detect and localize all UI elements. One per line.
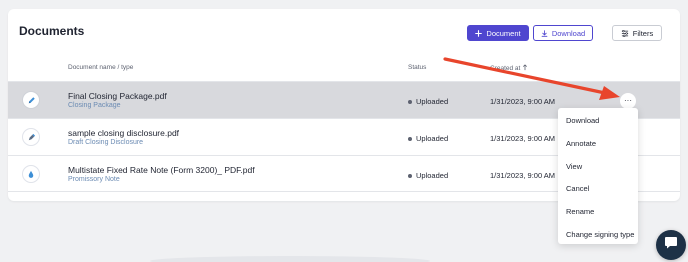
status-badge: Uploaded: [408, 97, 448, 106]
menu-item-rename[interactable]: Rename: [566, 207, 594, 216]
sort-ascending-icon: [522, 64, 528, 73]
column-header-created-label: Created at: [490, 65, 521, 72]
created-date: 1/31/2023, 9:00 AM: [490, 97, 556, 106]
column-header-created[interactable]: Created at: [490, 64, 528, 73]
document-type: Promissory Note: [68, 176, 120, 183]
status-dot: [408, 99, 412, 104]
download-icon: [541, 29, 548, 37]
document-type: Draft Closing Disclosure: [68, 139, 144, 146]
menu-item-annotate[interactable]: Annotate: [566, 139, 596, 148]
column-header-status[interactable]: Status: [408, 64, 426, 71]
menu-item-view[interactable]: View: [566, 162, 582, 171]
document-type: Closing Package: [68, 102, 121, 109]
document-name[interactable]: Multistate Fixed Rate Note (Form 3200)_ …: [68, 165, 255, 175]
menu-item-change-signing-type[interactable]: Change signing type: [566, 230, 634, 239]
status-text: Uploaded: [416, 171, 449, 180]
menu-item-download[interactable]: Download: [566, 116, 599, 125]
droplet-icon: [22, 165, 40, 183]
status-dot: [408, 136, 412, 141]
document-name[interactable]: sample closing disclosure.pdf: [68, 128, 179, 138]
status-badge: Uploaded: [408, 134, 448, 143]
plus-icon: [475, 29, 483, 37]
filters-label: Filters: [632, 28, 654, 38]
status-text: Uploaded: [416, 134, 449, 143]
document-name[interactable]: Final Closing Package.pdf: [68, 91, 167, 101]
status-badge: Uploaded: [408, 171, 448, 180]
column-header-name[interactable]: Document name / type: [68, 64, 133, 71]
created-date: 1/31/2023, 9:00 AM: [490, 134, 556, 143]
filters-button[interactable]: Filters: [612, 25, 662, 41]
add-document-label: Document: [486, 28, 521, 38]
sliders-icon: [621, 29, 629, 37]
chat-button[interactable]: [656, 230, 686, 260]
background-shadow: [150, 256, 430, 262]
status-dot: [408, 173, 412, 178]
chat-icon: [664, 236, 678, 254]
more-options-button[interactable]: ···: [620, 93, 636, 109]
page-title: Documents: [19, 24, 85, 38]
status-text: Uploaded: [416, 97, 449, 106]
download-label: Download: [551, 28, 586, 38]
pencil-icon: [22, 91, 40, 109]
pen-nib-icon: [22, 128, 40, 146]
add-document-button[interactable]: Document: [467, 25, 529, 41]
download-button[interactable]: Download: [533, 25, 593, 41]
row-actions-menu: Download Annotate View Cancel Rename Cha…: [558, 108, 638, 244]
created-date: 1/31/2023, 9:00 AM: [490, 171, 556, 180]
menu-item-cancel[interactable]: Cancel: [566, 184, 589, 193]
